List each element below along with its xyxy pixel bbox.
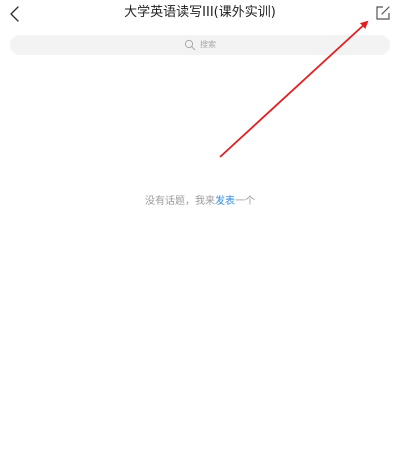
back-button[interactable]: [6, 4, 26, 24]
chevron-left-icon: [10, 6, 19, 22]
post-topic-link[interactable]: 发表: [215, 196, 235, 207]
empty-state-text-suffix: 一个: [235, 196, 255, 207]
compose-button[interactable]: [374, 4, 392, 22]
page-title: 大学英语读写III(课外实训): [124, 5, 276, 20]
empty-state-text: 没有话题，我来: [145, 196, 215, 207]
compose-icon: [376, 6, 390, 20]
annotation-arrow: [219, 20, 369, 158]
topic-list-page: 大学英语读写III(课外实训) 搜索 没有话题，我来发表一个: [0, 0, 400, 455]
search-icon: [184, 39, 196, 51]
search-field[interactable]: 搜索: [10, 35, 390, 55]
empty-state-message: 没有话题，我来发表一个: [0, 195, 400, 209]
top-bar: 大学英语读写III(课外实训): [0, 0, 400, 28]
search-bar[interactable]: 搜索: [10, 35, 390, 55]
search-placeholder: 搜索: [200, 40, 216, 49]
